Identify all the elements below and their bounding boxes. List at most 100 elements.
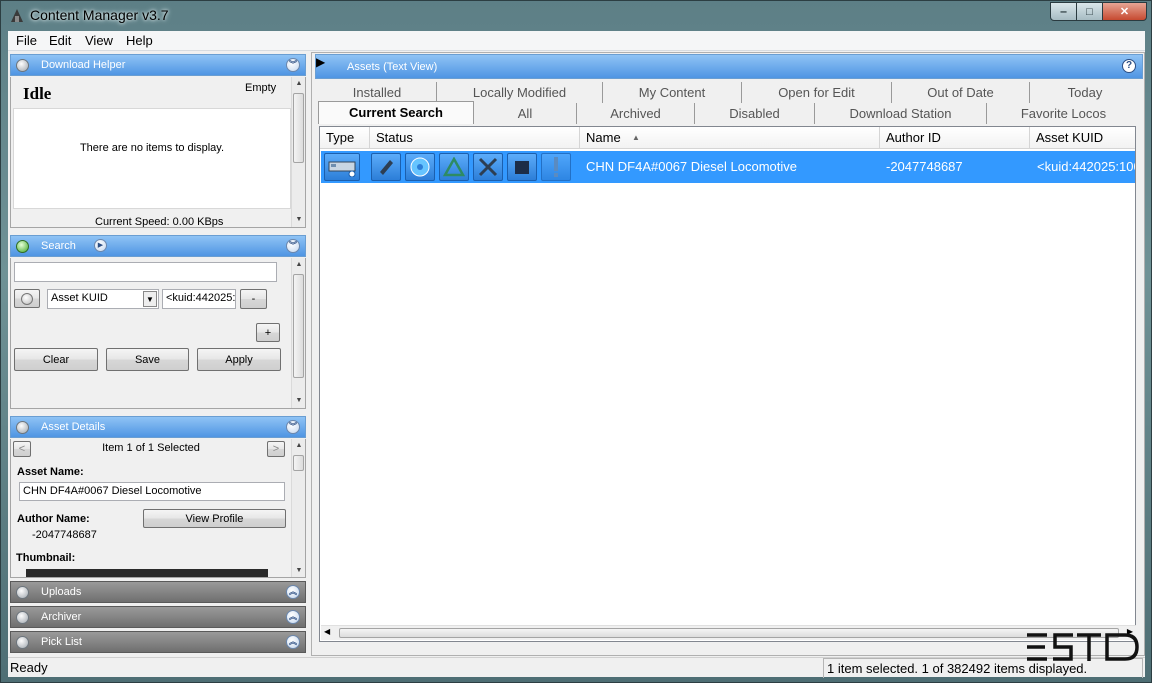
- status-text: Ready: [10, 660, 48, 675]
- tab-open-for-edit[interactable]: Open for Edit: [742, 82, 892, 103]
- view-profile-button[interactable]: View Profile: [143, 509, 286, 528]
- row-kuid: <kuid:442025:100: [1037, 159, 1135, 174]
- table-row[interactable]: CHN DF4A#0067 Diesel Locomotive -2047748…: [321, 151, 1135, 183]
- expand-icon[interactable]: ︽: [286, 585, 300, 599]
- save-button[interactable]: Save: [106, 348, 189, 371]
- collapse-icon[interactable]: ︾: [286, 420, 300, 434]
- details-scrollbar[interactable]: ▲ ▼: [291, 439, 305, 577]
- assets-grid[interactable]: Type Status Name ▲ Author ID Asset KUID: [319, 126, 1136, 642]
- menu-help[interactable]: Help: [126, 33, 153, 48]
- menu-view[interactable]: View: [85, 33, 113, 48]
- scroll-down-icon[interactable]: ▼: [292, 213, 306, 227]
- expand-icon[interactable]: ︽: [286, 635, 300, 649]
- tab-current-search[interactable]: Current Search: [318, 101, 474, 124]
- asset-details-header[interactable]: Asset Details ︾: [10, 416, 306, 438]
- author-name-label: Author Name:: [17, 513, 90, 525]
- archiver-header[interactable]: Archiver ︽: [10, 606, 306, 628]
- maximize-button[interactable]: □: [1076, 2, 1103, 21]
- collapse-icon[interactable]: ︾: [286, 239, 300, 253]
- scroll-up-icon[interactable]: ▲: [292, 258, 306, 272]
- exclamation-icon: [541, 153, 571, 181]
- close-button[interactable]: ✕: [1102, 2, 1147, 21]
- tab-my-content[interactable]: My Content: [603, 82, 742, 103]
- next-asset-button[interactable]: >: [267, 441, 285, 457]
- download-list[interactable]: There are no items to display.: [13, 108, 291, 209]
- panel-title: Search: [41, 240, 76, 252]
- locomotive-type-icon: [324, 153, 360, 181]
- scroll-thumb[interactable]: [293, 455, 304, 471]
- asset-name-label: Asset Name:: [17, 466, 84, 478]
- download-scrollbar[interactable]: ▲ ▼: [291, 77, 305, 227]
- tab-favorite-locos[interactable]: Favorite Locos: [987, 103, 1140, 124]
- tab-installed[interactable]: Installed: [318, 82, 437, 103]
- tab-out-of-date[interactable]: Out of Date: [892, 82, 1030, 103]
- help-icon[interactable]: ?: [1122, 59, 1136, 73]
- column-name[interactable]: Name ▲: [580, 127, 880, 149]
- panel-status-icon: [16, 240, 29, 253]
- tab-today[interactable]: Today: [1030, 82, 1140, 103]
- assets-view-title: Assets (Text View): [347, 61, 438, 73]
- row-name: CHN DF4A#0067 Diesel Locomotive: [586, 159, 797, 174]
- watermark-logo: [1027, 633, 1139, 661]
- panel-status-icon: [16, 611, 29, 624]
- add-criteria-button[interactable]: +: [256, 323, 280, 342]
- tab-row-bottom: Current Search All Archived Disabled Dow…: [318, 101, 1140, 124]
- search-toggle-button[interactable]: [14, 289, 40, 308]
- search-field-select[interactable]: Asset KUID ▼: [47, 289, 159, 309]
- scroll-left-icon[interactable]: ◀: [324, 627, 330, 636]
- search-input[interactable]: [14, 262, 277, 282]
- expand-icon[interactable]: ︽: [286, 610, 300, 624]
- asset-details-body: < Item 1 of 1 Selected > Asset Name: CHN…: [10, 439, 306, 578]
- pick-list-header[interactable]: Pick List ︽: [10, 631, 306, 653]
- triangle-icon: [439, 153, 469, 181]
- tab-archived[interactable]: Archived: [577, 103, 695, 124]
- minimize-button[interactable]: ‒: [1050, 2, 1077, 21]
- tab-locally-modified[interactable]: Locally Modified: [437, 82, 603, 103]
- status-bar: Ready 1 item selected. 1 of 382492 items…: [8, 657, 1145, 678]
- panel-status-icon: [16, 636, 29, 649]
- download-helper-header[interactable]: Download Helper ︾: [10, 54, 306, 76]
- search-header[interactable]: Search ▶ ︾: [10, 235, 306, 257]
- collapse-icon[interactable]: ︾: [286, 58, 300, 72]
- sort-ascending-icon: ▲: [632, 133, 640, 142]
- scroll-thumb[interactable]: [293, 274, 304, 378]
- column-asset-kuid[interactable]: Asset KUID: [1030, 127, 1135, 149]
- asset-name-field[interactable]: CHN DF4A#0067 Diesel Locomotive: [19, 482, 285, 501]
- column-author-id[interactable]: Author ID: [880, 127, 1030, 149]
- tab-disabled[interactable]: Disabled: [695, 103, 815, 124]
- current-speed: Current Speed: 0.00 KBps: [95, 217, 224, 227]
- tab-download-station[interactable]: Download Station: [815, 103, 987, 124]
- thumbnail-image: [26, 569, 268, 577]
- column-status[interactable]: Status: [370, 127, 580, 149]
- clear-button[interactable]: Clear: [14, 348, 98, 371]
- search-body: Asset KUID ▼ <kuid:442025: - + Clear Sav…: [10, 258, 306, 409]
- column-type[interactable]: Type: [320, 127, 370, 149]
- scroll-up-icon[interactable]: ▲: [292, 439, 305, 453]
- thumbnail-label: Thumbnail:: [16, 552, 76, 564]
- remove-criteria-button[interactable]: -: [240, 289, 267, 309]
- scroll-up-icon[interactable]: ▲: [292, 77, 306, 91]
- empty-message: There are no items to display.: [79, 142, 225, 154]
- title-bar[interactable]: Content Manager v3.7 ‒ □ ✕: [1, 1, 1152, 31]
- tab-row-top: Installed Locally Modified My Content Op…: [318, 82, 1140, 103]
- chevron-down-icon[interactable]: ▼: [143, 291, 157, 307]
- grid-hscrollbar[interactable]: ◀ ▶: [321, 625, 1136, 640]
- scroll-thumb[interactable]: [293, 93, 304, 163]
- scroll-down-icon[interactable]: ▼: [292, 564, 305, 577]
- tab-all[interactable]: All: [474, 103, 577, 124]
- box-icon: [507, 153, 537, 181]
- play-icon[interactable]: ▶: [94, 239, 107, 252]
- scroll-thumb[interactable]: [339, 628, 1119, 638]
- uploads-header[interactable]: Uploads ︽: [10, 581, 306, 603]
- scroll-down-icon[interactable]: ▼: [292, 394, 306, 408]
- play-icon[interactable]: ▶: [316, 55, 325, 69]
- search-scrollbar[interactable]: ▲ ▼: [291, 258, 305, 408]
- assets-view-header[interactable]: Assets (Text View) ▶ ?: [315, 54, 1143, 79]
- menu-file[interactable]: File: [16, 33, 37, 48]
- menu-edit[interactable]: Edit: [49, 33, 71, 48]
- panel-title: Download Helper: [41, 59, 126, 71]
- search-value-input[interactable]: <kuid:442025:: [162, 289, 236, 309]
- download-helper-body: Idle Empty There are no items to display…: [10, 77, 306, 228]
- apply-button[interactable]: Apply: [197, 348, 281, 371]
- tools-icon: [473, 153, 503, 181]
